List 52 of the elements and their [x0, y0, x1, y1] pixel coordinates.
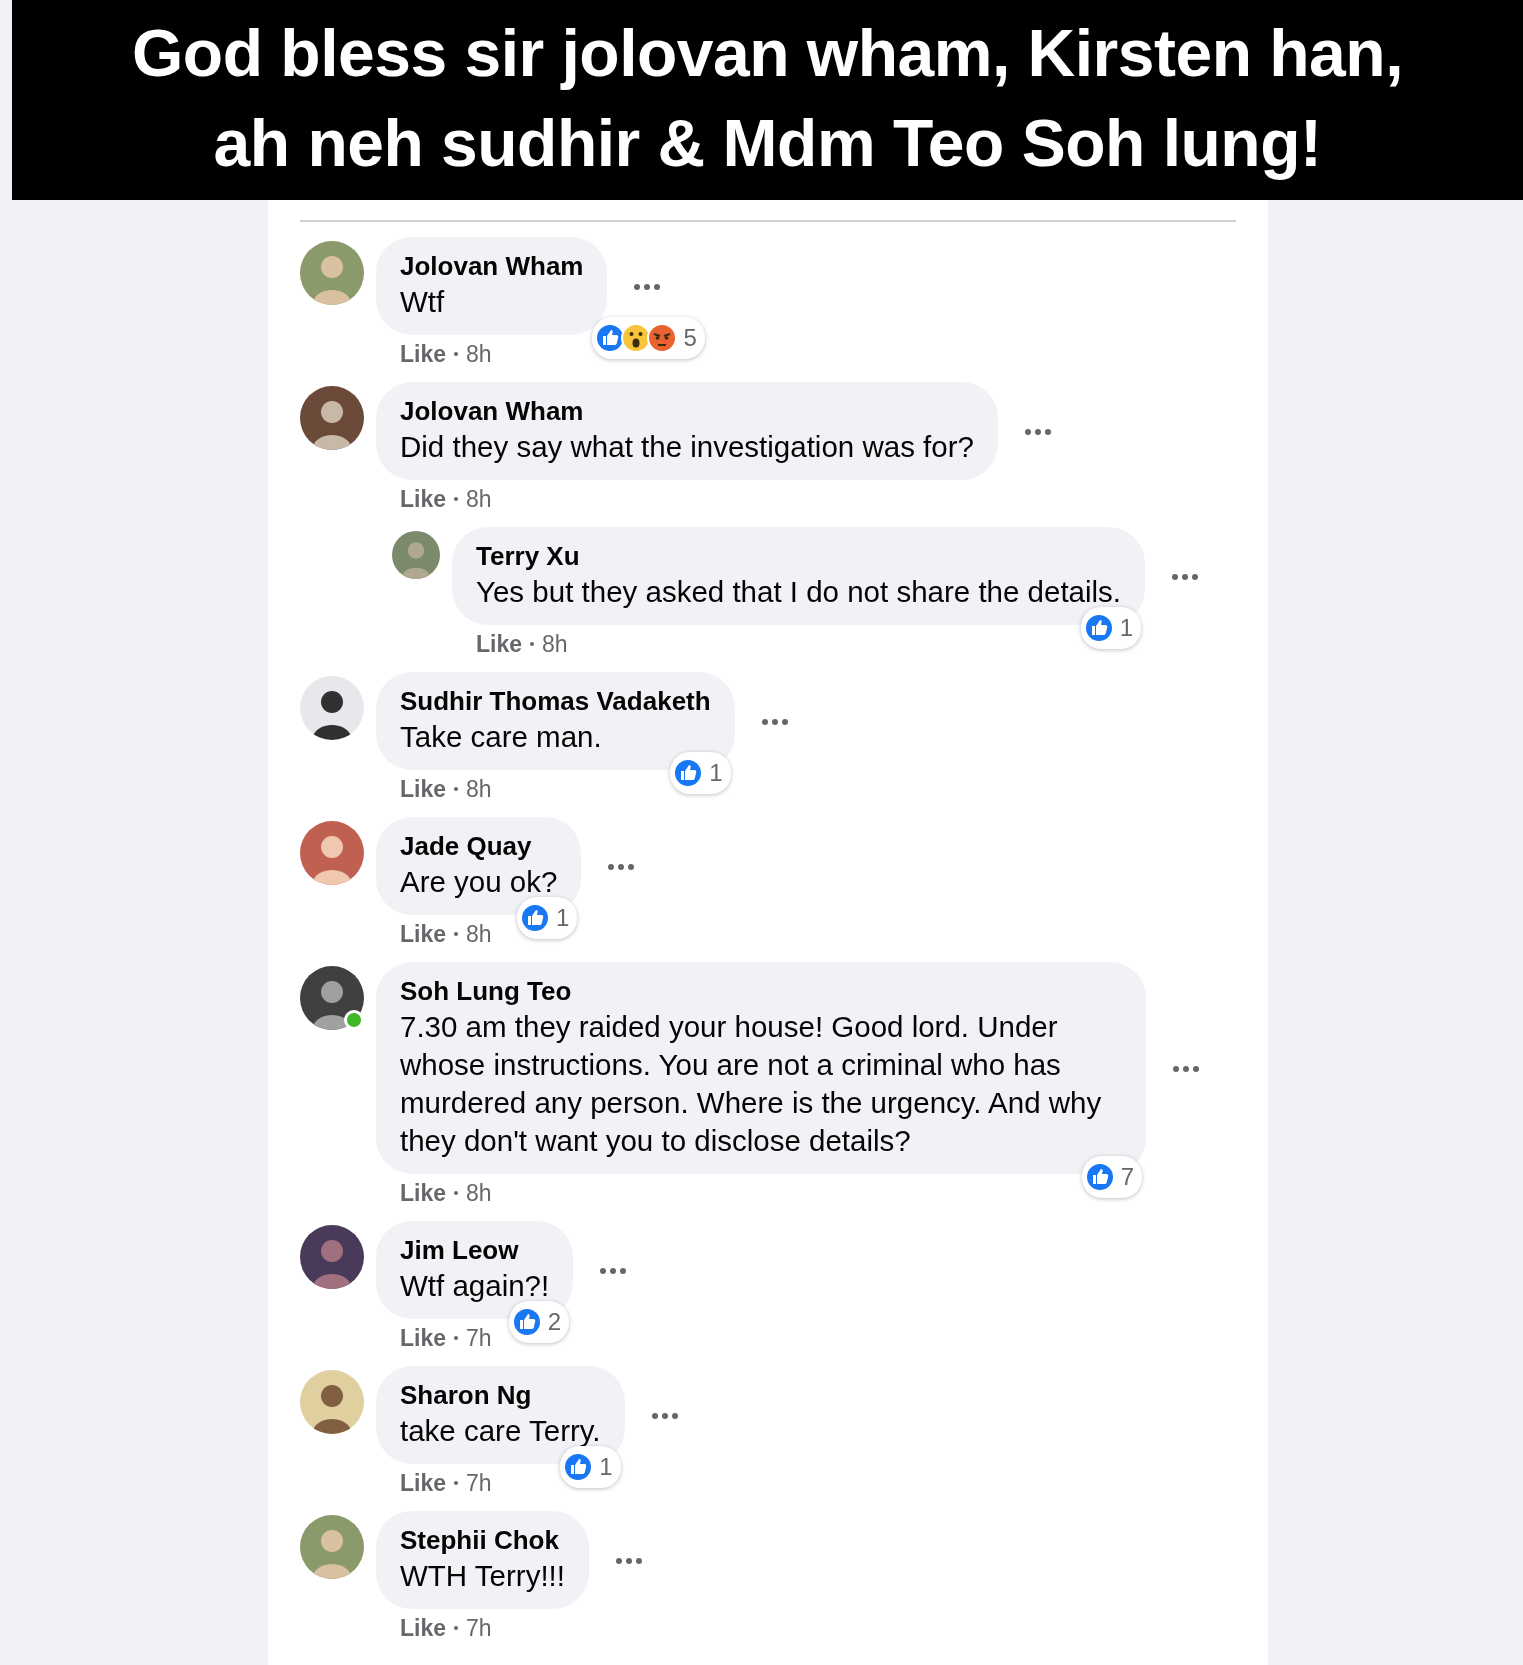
comment-author[interactable]: Stephii Chok: [400, 1523, 565, 1557]
comment-author[interactable]: Sharon Ng: [400, 1378, 601, 1412]
reaction-summary[interactable]: 7: [1081, 1156, 1142, 1198]
reaction-count: 2: [547, 1307, 562, 1337]
comment-time[interactable]: 8h: [466, 1178, 492, 1208]
like-link[interactable]: Like: [400, 919, 447, 949]
reaction-summary[interactable]: 5: [592, 317, 705, 359]
comment-text: Wtf: [400, 284, 446, 320]
reaction-summary[interactable]: 1: [517, 897, 578, 939]
caption-text: God bless sir jolovan wham, Kirsten han,: [131, 15, 1404, 92]
reaction-summary[interactable]: 1: [670, 752, 731, 794]
comment-time[interactable]: 8h: [542, 629, 568, 659]
like-link[interactable]: Like: [400, 1178, 447, 1208]
comment-author[interactable]: Jim Leow: [400, 1233, 550, 1267]
comment-text: WTH Terry!!!: [400, 1558, 565, 1594]
reaction-count: 5: [683, 323, 697, 353]
reaction-summary[interactable]: 2: [508, 1301, 570, 1343]
comment-time[interactable]: 8h: [466, 339, 492, 369]
comment-text: Take care man.: [400, 719, 603, 755]
comment-time[interactable]: 8h: [466, 919, 492, 949]
reaction-summary[interactable]: 1: [560, 1446, 621, 1488]
like-link[interactable]: Like: [400, 1613, 447, 1643]
caption-text: ah neh sudhir & Mdm Teo Soh lung!: [212, 105, 1323, 182]
like-link[interactable]: Like: [400, 1468, 447, 1498]
like-link[interactable]: Like: [476, 629, 523, 659]
like-link[interactable]: Like: [400, 1323, 447, 1353]
like-link[interactable]: Like: [400, 339, 447, 369]
comment-text: Yes but they asked that I do not share the details.: [476, 574, 1122, 610]
reaction-count: 7: [1120, 1162, 1134, 1192]
reaction-count: 1: [1119, 613, 1134, 643]
reaction-count: 1: [709, 758, 723, 788]
like-link[interactable]: Like: [400, 484, 447, 514]
comment-text: Wtf again?!: [400, 1268, 550, 1304]
comment-text: Did they say what the investigation was for?: [400, 429, 974, 465]
comment-author[interactable]: Soh Lung Teo: [400, 974, 1122, 1008]
reaction-count: 1: [599, 1452, 613, 1482]
like-link[interactable]: Like: [400, 774, 447, 804]
comment-time[interactable]: 7h: [466, 1323, 492, 1353]
comment-time[interactable]: 8h: [466, 484, 492, 514]
comment-author[interactable]: Jolovan Wham: [400, 394, 974, 428]
comment-time[interactable]: 7h: [466, 1613, 492, 1643]
comment-text: take care Terry.: [400, 1413, 601, 1449]
comment-text: Are you ok?: [400, 864, 558, 900]
reaction-count: 1: [556, 903, 570, 933]
comment-author[interactable]: Jolovan Wham: [400, 249, 584, 283]
comment-author[interactable]: Terry Xu: [476, 539, 1122, 573]
comment-author[interactable]: Sudhir Thomas Vadaketh: [400, 684, 711, 718]
comment-time[interactable]: 7h: [466, 1468, 492, 1498]
comment-time[interactable]: 8h: [466, 774, 492, 804]
comment-author[interactable]: Jade Quay: [400, 829, 558, 863]
reaction-summary[interactable]: 1: [1080, 607, 1142, 649]
comment-text: 7.30 am they raided your house! Good lord. Under whose instructions. You are not a criminal who has murdered any person. Where is the urgency. And why they don't want you to disclose details?: [400, 1009, 1103, 1159]
